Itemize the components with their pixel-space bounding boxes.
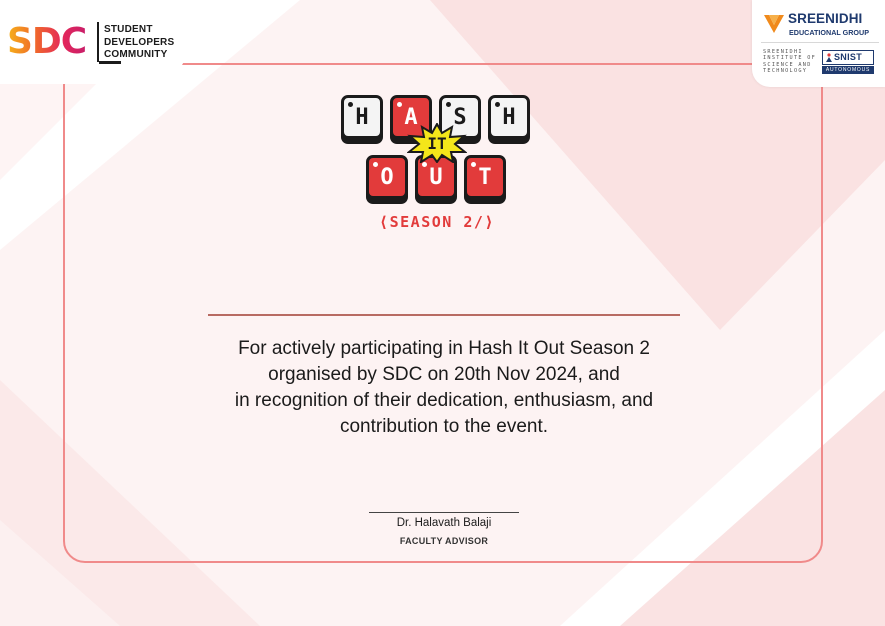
certificate-line-1: For actively participating in Hash It Ou… [238, 338, 650, 359]
divider-rule [208, 314, 680, 316]
snist-person-icon [826, 53, 832, 62]
sreenidhi-logo: SREENIDHI EDUCATIONAL GROUP SREENIDHI IN… [752, 0, 885, 87]
snist-line-4: TECHNOLOGY [763, 67, 808, 74]
sdc-line-2: DEVELOPERS [104, 36, 175, 48]
key-letter: O [380, 165, 394, 190]
snist-line-3: SCIENCE AND [763, 61, 812, 68]
it-burst: IT [406, 121, 468, 165]
signature-line [369, 512, 519, 513]
hash-it-out-logo: H A S H O U T IT ⟨SEASON 2/⟩ [339, 93, 535, 235]
signatory-role: FACULTY ADVISOR [399, 536, 489, 546]
season-label: ⟨SEASON 2/⟩ [379, 213, 495, 231]
snist-badge: SNIST [822, 50, 874, 65]
key-h2: H [488, 95, 530, 139]
snist-badge-text: SNIST [834, 52, 863, 62]
certificate-line-2: organised by SDC on 20th Nov 2024, and [268, 364, 620, 385]
sdc-line-3: COMMUNITY [104, 49, 168, 60]
snist-autonomous-badge: AUTONOMOUS [822, 66, 874, 74]
sreenidhi-name: SREENIDHI [788, 11, 863, 26]
sdc-line-1: STUDENT [104, 24, 153, 35]
sdc-logo-divider [97, 22, 99, 62]
certificate-line-4: contribution to the event. [339, 416, 549, 437]
certificate-line-3: in recognition of their dedication, enth… [234, 390, 654, 411]
sdc-logo-mark: SDC [7, 21, 87, 62]
snist-institute-text: SREENIDHI INSTITUTE OF SCIENCE AND TECHN… [763, 49, 816, 74]
certificate-text: For actively participating in Hash It Ou… [150, 336, 738, 440]
signatory-name: Dr. Halavath Balaji [396, 517, 492, 529]
sreenidhi-subtitle: EDUCATIONAL GROUP [789, 28, 869, 37]
key-o: O [366, 155, 408, 199]
sdc-logo-underline [99, 61, 121, 64]
key-letter: H [355, 105, 369, 130]
key-t: T [464, 155, 506, 199]
sreenidhi-emblem-icon [764, 15, 784, 33]
key-letter: T [478, 165, 492, 190]
key-letter: H [502, 105, 516, 130]
sdc-logo-text: STUDENT DEVELOPERS COMMUNITY [104, 24, 174, 62]
it-text: IT [427, 134, 447, 153]
sdc-logo: SDC STUDENT DEVELOPERS COMMUNITY [0, 0, 188, 84]
sreenidhi-separator [761, 42, 879, 43]
key-h: H [341, 95, 383, 139]
snist-line-2: INSTITUTE OF [763, 55, 817, 62]
key-letter: U [429, 165, 443, 190]
